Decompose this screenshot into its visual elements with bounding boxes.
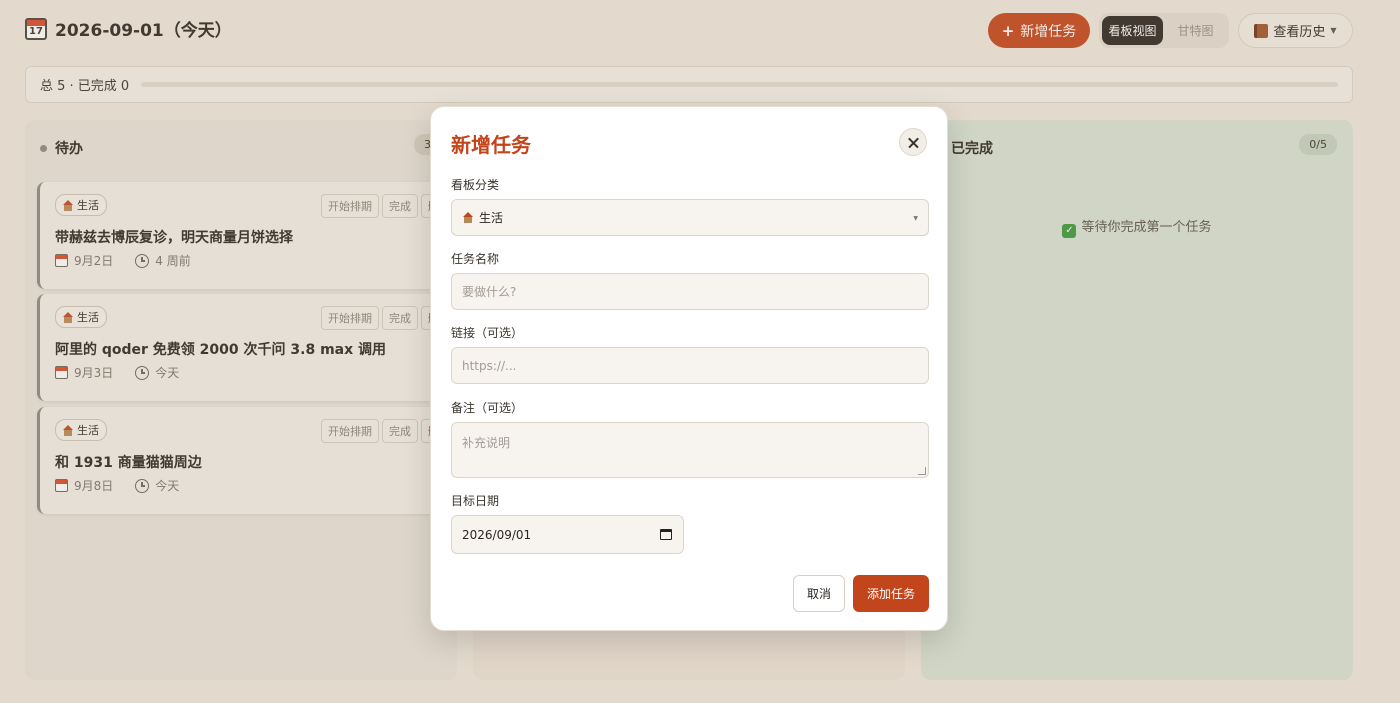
dialog-title: 新增任务 bbox=[451, 133, 531, 157]
task-name-input[interactable]: 要做什么? bbox=[451, 273, 929, 310]
new-task-dialog: 新增任务 看板分类 生活 ▼ 任务名称 要做什么? 链接（可选） https:/… bbox=[430, 106, 948, 631]
target-date-input[interactable]: 2026/09/01 bbox=[451, 515, 684, 554]
chevron-down-icon: ▼ bbox=[913, 215, 918, 222]
task-name-label: 任务名称 bbox=[451, 252, 500, 266]
note-label: 备注（可选） bbox=[451, 401, 524, 415]
link-label: 链接（可选） bbox=[451, 326, 524, 340]
cancel-button[interactable]: 取消 bbox=[793, 575, 845, 612]
close-icon[interactable] bbox=[899, 128, 927, 156]
add-task-button[interactable]: 添加任务 bbox=[853, 575, 929, 612]
target-date-label: 目标日期 bbox=[451, 494, 500, 508]
category-label: 看板分类 bbox=[451, 178, 500, 192]
resize-handle-icon[interactable] bbox=[918, 467, 926, 475]
house-icon bbox=[462, 212, 474, 223]
calendar-picker-icon[interactable] bbox=[660, 529, 672, 540]
category-select[interactable]: 生活 ▼ bbox=[451, 199, 929, 236]
note-textarea[interactable]: 补充说明 bbox=[451, 422, 929, 478]
link-input[interactable]: https://... bbox=[451, 347, 929, 384]
